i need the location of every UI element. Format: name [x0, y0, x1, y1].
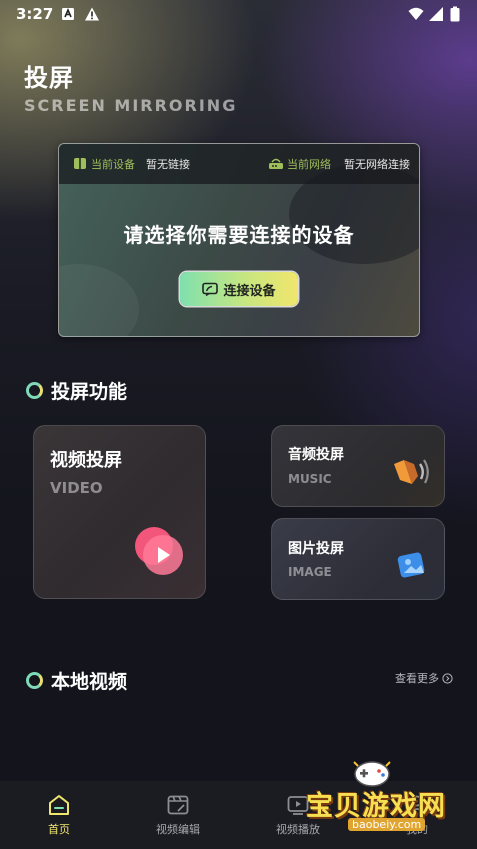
- connect-device-button[interactable]: 连接设备: [180, 272, 298, 306]
- image-mirror-sub: IMAGE: [288, 565, 332, 579]
- video-edit-icon: [167, 795, 189, 815]
- status-bar: 3:27: [0, 0, 477, 28]
- device-icon: [74, 158, 86, 169]
- cast-icon: [202, 282, 219, 296]
- image-icon: [397, 552, 425, 578]
- video-play-icon: [135, 527, 183, 575]
- router-icon: [269, 158, 283, 169]
- image-mirror-title: 图片投屏: [288, 541, 344, 557]
- view-more-link[interactable]: 查看更多: [395, 670, 453, 686]
- decor-blob: [59, 264, 139, 336]
- video-mirror-card[interactable]: 视频投屏 VIDEO: [33, 425, 206, 599]
- notification-app-icon: [62, 7, 74, 20]
- local-video-title-text: 本地视频: [51, 671, 128, 693]
- tab-video-edit[interactable]: 视频编辑: [133, 793, 223, 837]
- features-title-text: 投屏功能: [51, 381, 128, 403]
- features-section-title: 投屏功能: [26, 377, 127, 404]
- view-more-label: 查看更多: [395, 672, 439, 685]
- video-mirror-title: 视频投屏: [50, 450, 122, 471]
- audio-mirror-sub: MUSIC: [288, 472, 332, 486]
- current-device-label: 当前设备: [91, 158, 135, 171]
- signal-icon: [429, 7, 443, 21]
- image-mirror-card[interactable]: 图片投屏 IMAGE: [271, 518, 445, 600]
- connection-card: 当前设备 暂无链接 当前网络 暂无网络连接 请选择你需要连接的设备 连接设备: [58, 143, 420, 337]
- audio-mirror-title: 音频投屏: [288, 447, 344, 463]
- current-network-label: 当前网络: [287, 158, 331, 171]
- watermark-url: baobeiy.com: [348, 818, 426, 831]
- audio-mirror-card[interactable]: 音频投屏 MUSIC: [271, 425, 445, 507]
- section-ring-icon: [26, 672, 43, 689]
- page-subtitle: SCREEN MIRRORING: [24, 96, 238, 115]
- warning-icon: [85, 7, 99, 21]
- battery-icon: [450, 6, 460, 22]
- home-icon: [49, 795, 69, 815]
- local-video-section-title: 本地视频: [26, 667, 127, 694]
- connect-device-label: 连接设备: [223, 283, 276, 299]
- status-time: 3:27: [16, 5, 54, 23]
- chevron-right-circle-icon: [442, 672, 453, 684]
- wifi-icon: [408, 7, 424, 20]
- tab-video-edit-label: 视频编辑: [156, 823, 200, 836]
- current-device-value: 暂无链接: [146, 158, 190, 171]
- tab-home[interactable]: 首页: [14, 793, 104, 837]
- speaker-icon: [394, 459, 429, 484]
- connection-status-bar: 当前设备 暂无链接 当前网络 暂无网络连接: [59, 144, 419, 184]
- video-mirror-sub: VIDEO: [50, 479, 103, 497]
- page-title: 投屏: [24, 64, 74, 92]
- tab-home-label: 首页: [48, 823, 70, 836]
- section-ring-icon: [26, 382, 43, 399]
- watermark: 宝贝游戏网 baobeiy.com: [298, 756, 468, 836]
- current-network-value: 暂无网络连接: [344, 158, 410, 171]
- connect-prompt: 请选择你需要连接的设备: [123, 223, 355, 247]
